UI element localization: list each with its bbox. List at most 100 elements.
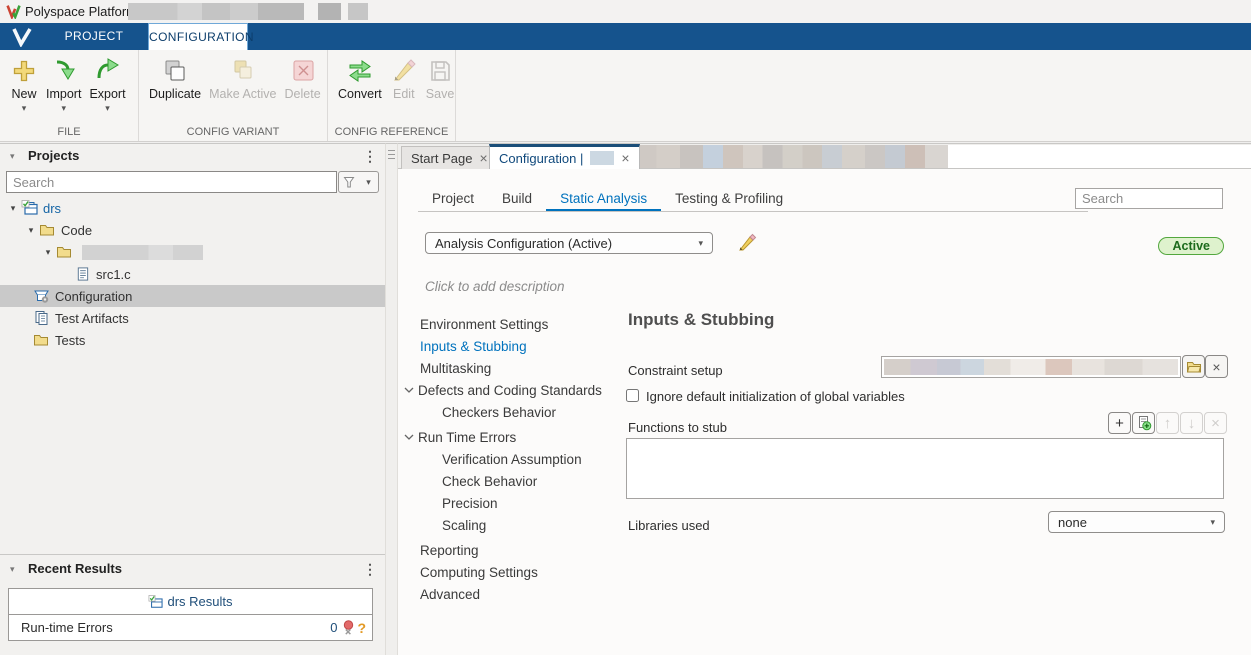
expander-icon[interactable]: ▾	[24, 225, 38, 236]
edit-button[interactable]: Edit	[386, 55, 422, 103]
nav-scaling[interactable]: Scaling	[398, 514, 626, 536]
tree-item-folder-code[interactable]: ▾ Code	[0, 219, 385, 241]
close-icon[interactable]: ×	[621, 152, 629, 164]
rename-config-button[interactable]	[738, 233, 757, 255]
file-plus-icon	[1136, 415, 1152, 431]
projects-panel: ▾ Projects ⋮ ▾ ▾ drs ▾ Code ▾ src1.c	[0, 143, 385, 655]
make-active-button[interactable]: Make Active	[205, 55, 280, 103]
import-dropdown-caret[interactable]: ▾	[61, 104, 66, 113]
libraries-used-select[interactable]: none ▾	[1048, 511, 1225, 533]
tree-item-project-drs[interactable]: ▾ drs	[0, 197, 385, 219]
config-subtabs: Project Build Static Analysis Testing & …	[418, 186, 1088, 212]
nav-check-behavior[interactable]: Check Behavior	[398, 470, 626, 492]
recent-results-collapse-icon[interactable]: ▾	[10, 564, 15, 575]
filter-dropdown-button[interactable]: ▾	[359, 171, 379, 193]
nav-precision[interactable]: Precision	[398, 492, 626, 514]
import-button[interactable]: Import ▾	[42, 55, 85, 115]
result-status: 0 ?	[330, 620, 372, 636]
add-function-button[interactable]: +	[1108, 412, 1131, 434]
new-button[interactable]: New ▾	[6, 55, 42, 115]
duplicate-icon	[161, 57, 189, 85]
expander-icon[interactable]: ▾	[41, 247, 55, 258]
close-icon[interactable]: ×	[479, 152, 487, 164]
subtab-project[interactable]: Project	[418, 186, 488, 211]
constraint-setup-field[interactable]	[881, 356, 1181, 378]
redacted-folder-name	[82, 245, 203, 260]
projects-panel-title: Projects	[28, 148, 79, 163]
tree-item-folder-redacted[interactable]: ▾	[0, 241, 385, 263]
nav-environment-settings[interactable]: Environment Settings	[398, 313, 626, 335]
nav-advanced[interactable]: Advanced	[398, 583, 626, 605]
save-button[interactable]: Save	[422, 55, 459, 103]
export-dropdown-caret[interactable]: ▾	[105, 104, 110, 113]
move-up-button[interactable]: ↑	[1156, 412, 1179, 434]
delete-x-icon	[289, 57, 317, 85]
ribbon-group-file: New ▾ Import ▾ Export ▾ FILE	[0, 50, 139, 141]
tab-configuration[interactable]: Configuration | ×	[489, 144, 640, 169]
nav-defects-coding-standards[interactable]: Defects and Coding Standards	[398, 379, 626, 401]
subtab-static-analysis[interactable]: Static Analysis	[546, 186, 661, 211]
ignore-default-init-checkbox[interactable]	[626, 389, 639, 402]
nav-verification-assumption[interactable]: Verification Assumption	[398, 448, 626, 470]
clear-constraint-button[interactable]: ×	[1205, 355, 1228, 378]
main-area: Start Page × Configuration | × Project B…	[398, 143, 1251, 655]
tree-item-tests-folder[interactable]: Tests	[0, 329, 385, 351]
libraries-used-label: Libraries used	[628, 518, 710, 533]
export-button[interactable]: Export ▾	[85, 55, 129, 115]
results-table-header[interactable]: drs Results	[9, 589, 372, 615]
group-label-config-reference: CONFIG REFERENCE	[328, 126, 455, 138]
nav-reporting[interactable]: Reporting	[398, 539, 626, 561]
redacted-title-block	[318, 3, 341, 20]
functions-to-stub-list[interactable]	[626, 438, 1224, 499]
settings-nav: Environment Settings Inputs & Stubbing M…	[398, 313, 626, 605]
tab-start-page[interactable]: Start Page ×	[401, 146, 498, 169]
convert-arrows-icon	[346, 57, 374, 85]
browse-folder-button[interactable]	[1182, 355, 1205, 378]
nav-multitasking[interactable]: Multitasking	[398, 357, 626, 379]
description-placeholder[interactable]: Click to add description	[425, 279, 565, 294]
projects-menu-icon[interactable]: ⋮	[363, 149, 377, 163]
tree-item-configuration[interactable]: Configuration	[0, 285, 385, 307]
move-down-button[interactable]: ↓	[1180, 412, 1203, 434]
subtab-build[interactable]: Build	[488, 186, 546, 211]
result-row-runtime-errors[interactable]: Run-time Errors 0 ?	[9, 615, 372, 640]
folder-icon	[55, 245, 73, 259]
project-icon	[148, 595, 163, 609]
expander-icon[interactable]: ▾	[6, 203, 20, 214]
question-status-icon: ?	[357, 620, 366, 636]
ribbon-tab-bar: PROJECT CONFIGURATION	[0, 23, 1251, 50]
tree-item-test-artifacts[interactable]: Test Artifacts	[0, 307, 385, 329]
projects-collapse-icon[interactable]: ▾	[10, 151, 15, 162]
tree-item-file-src1[interactable]: src1.c	[0, 263, 385, 285]
remove-function-button[interactable]: ×	[1204, 412, 1227, 434]
chevron-down-icon	[404, 387, 414, 393]
ribbon-tab-configuration[interactable]: CONFIGURATION	[148, 23, 248, 50]
convert-button[interactable]: Convert	[334, 55, 386, 103]
settings-search-input[interactable]	[1075, 188, 1223, 209]
ribbon-toolbar: New ▾ Import ▾ Export ▾ FILE Duplicate	[0, 50, 1251, 142]
nav-inputs-stubbing[interactable]: Inputs & Stubbing	[398, 335, 626, 357]
delete-button[interactable]: Delete	[281, 55, 325, 103]
splitter-handle-icon[interactable]	[388, 150, 395, 161]
import-arrow-icon	[50, 57, 78, 85]
panel-splitter[interactable]	[385, 143, 398, 655]
nav-run-time-errors[interactable]: Run Time Errors	[398, 426, 626, 448]
duplicate-button[interactable]: Duplicate	[145, 55, 205, 103]
recent-results-menu-icon[interactable]: ⋮	[363, 562, 377, 576]
nav-checkers-behavior[interactable]: Checkers Behavior	[398, 401, 626, 423]
redacted-title-text	[128, 3, 304, 20]
config-variant-select[interactable]: Analysis Configuration (Active) ▾	[425, 232, 713, 254]
filter-button[interactable]	[338, 171, 360, 193]
polyspace-ribbon-logo-icon	[0, 23, 44, 50]
functions-to-stub-label: Functions to stub	[628, 420, 727, 435]
page-title: Inputs & Stubbing	[628, 310, 774, 330]
nav-computing-settings[interactable]: Computing Settings	[398, 561, 626, 583]
projects-search-input[interactable]	[6, 171, 337, 193]
ignore-default-init-label: Ignore default initialization of global …	[646, 389, 905, 404]
new-dropdown-caret[interactable]: ▾	[22, 104, 27, 113]
polyspace-logo-icon	[6, 4, 21, 22]
add-from-file-button[interactable]	[1132, 412, 1155, 434]
subtab-testing-profiling[interactable]: Testing & Profiling	[661, 186, 797, 211]
ribbon-tab-project[interactable]: PROJECT	[48, 23, 140, 50]
ribbon-group-config-variant: Duplicate Make Active Delete CONFIG VARI…	[139, 50, 328, 141]
